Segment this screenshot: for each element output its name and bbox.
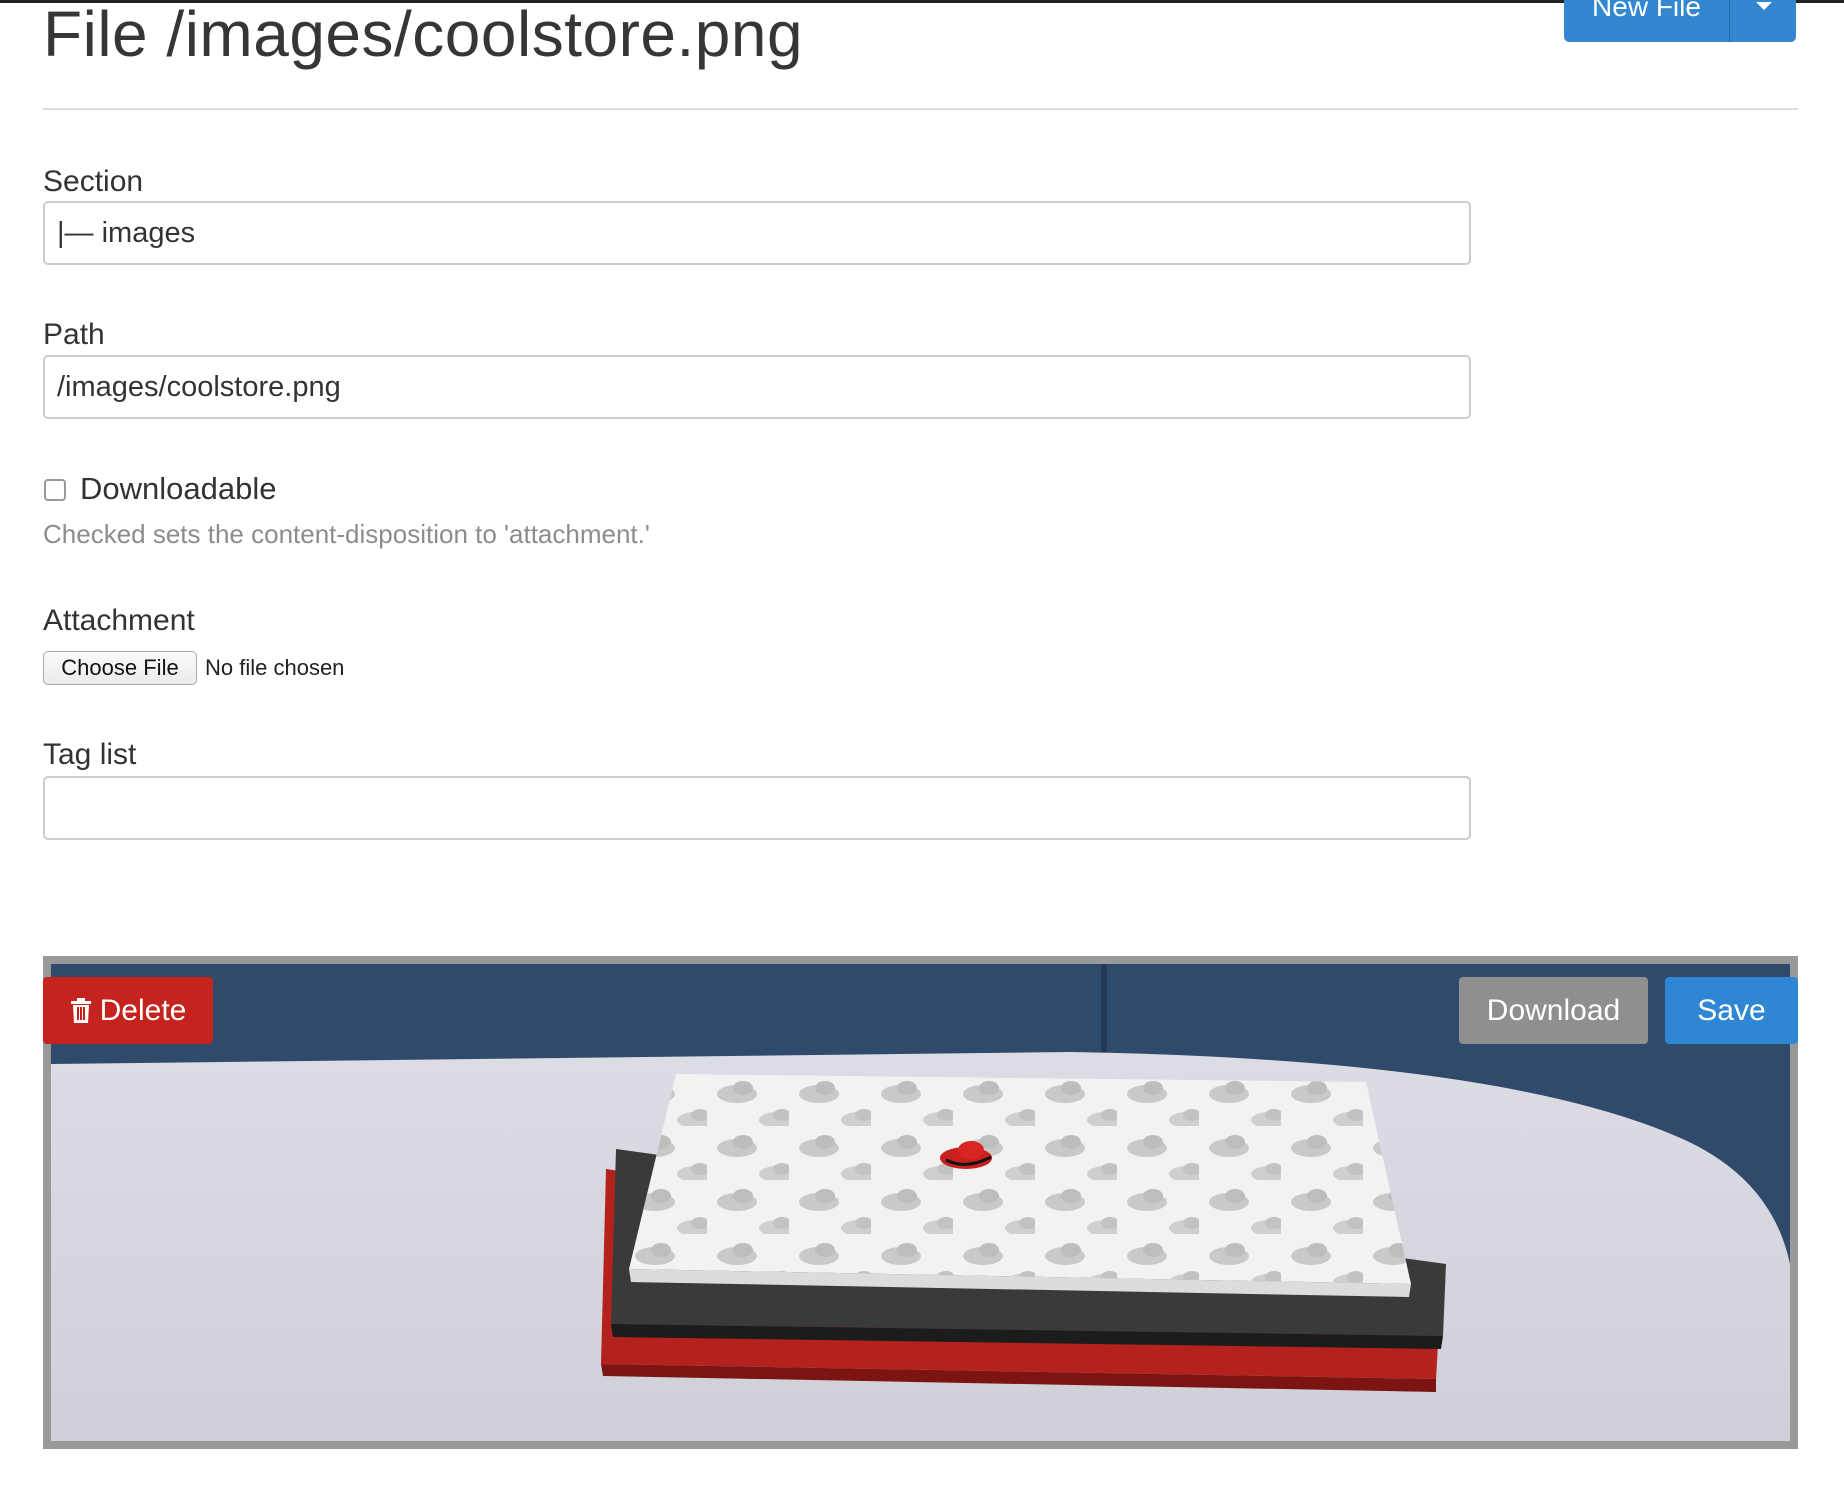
title-divider bbox=[43, 108, 1798, 110]
delete-button[interactable]: Delete bbox=[43, 977, 213, 1044]
section-select[interactable]: |— images bbox=[43, 201, 1471, 265]
tag-list-label: Tag list bbox=[43, 738, 137, 771]
new-file-button[interactable]: New File bbox=[1564, 0, 1730, 42]
choose-file-button[interactable]: Choose File bbox=[43, 651, 197, 685]
chevron-down-icon bbox=[1756, 2, 1772, 10]
save-button[interactable]: Save bbox=[1665, 977, 1798, 1044]
page-title: File /images/coolstore.png bbox=[43, 0, 804, 70]
downloadable-checkbox[interactable] bbox=[44, 479, 66, 501]
file-status-text: No file chosen bbox=[205, 655, 345, 680]
section-label: Section bbox=[43, 165, 144, 198]
downloadable-help-text: Checked sets the content-disposition to … bbox=[43, 519, 650, 549]
delete-button-label: Delete bbox=[99, 994, 187, 1027]
tag-list-input[interactable] bbox=[43, 776, 1471, 840]
trash-icon bbox=[70, 997, 92, 1024]
new-file-dropdown-toggle[interactable] bbox=[1730, 0, 1796, 42]
new-file-button-group: New File bbox=[1564, 0, 1796, 42]
path-label: Path bbox=[43, 318, 105, 351]
downloadable-label[interactable]: Downloadable bbox=[80, 471, 276, 507]
attachment-label: Attachment bbox=[43, 604, 195, 637]
download-button[interactable]: Download bbox=[1459, 977, 1648, 1044]
path-input[interactable]: /images/coolstore.png bbox=[43, 355, 1471, 419]
